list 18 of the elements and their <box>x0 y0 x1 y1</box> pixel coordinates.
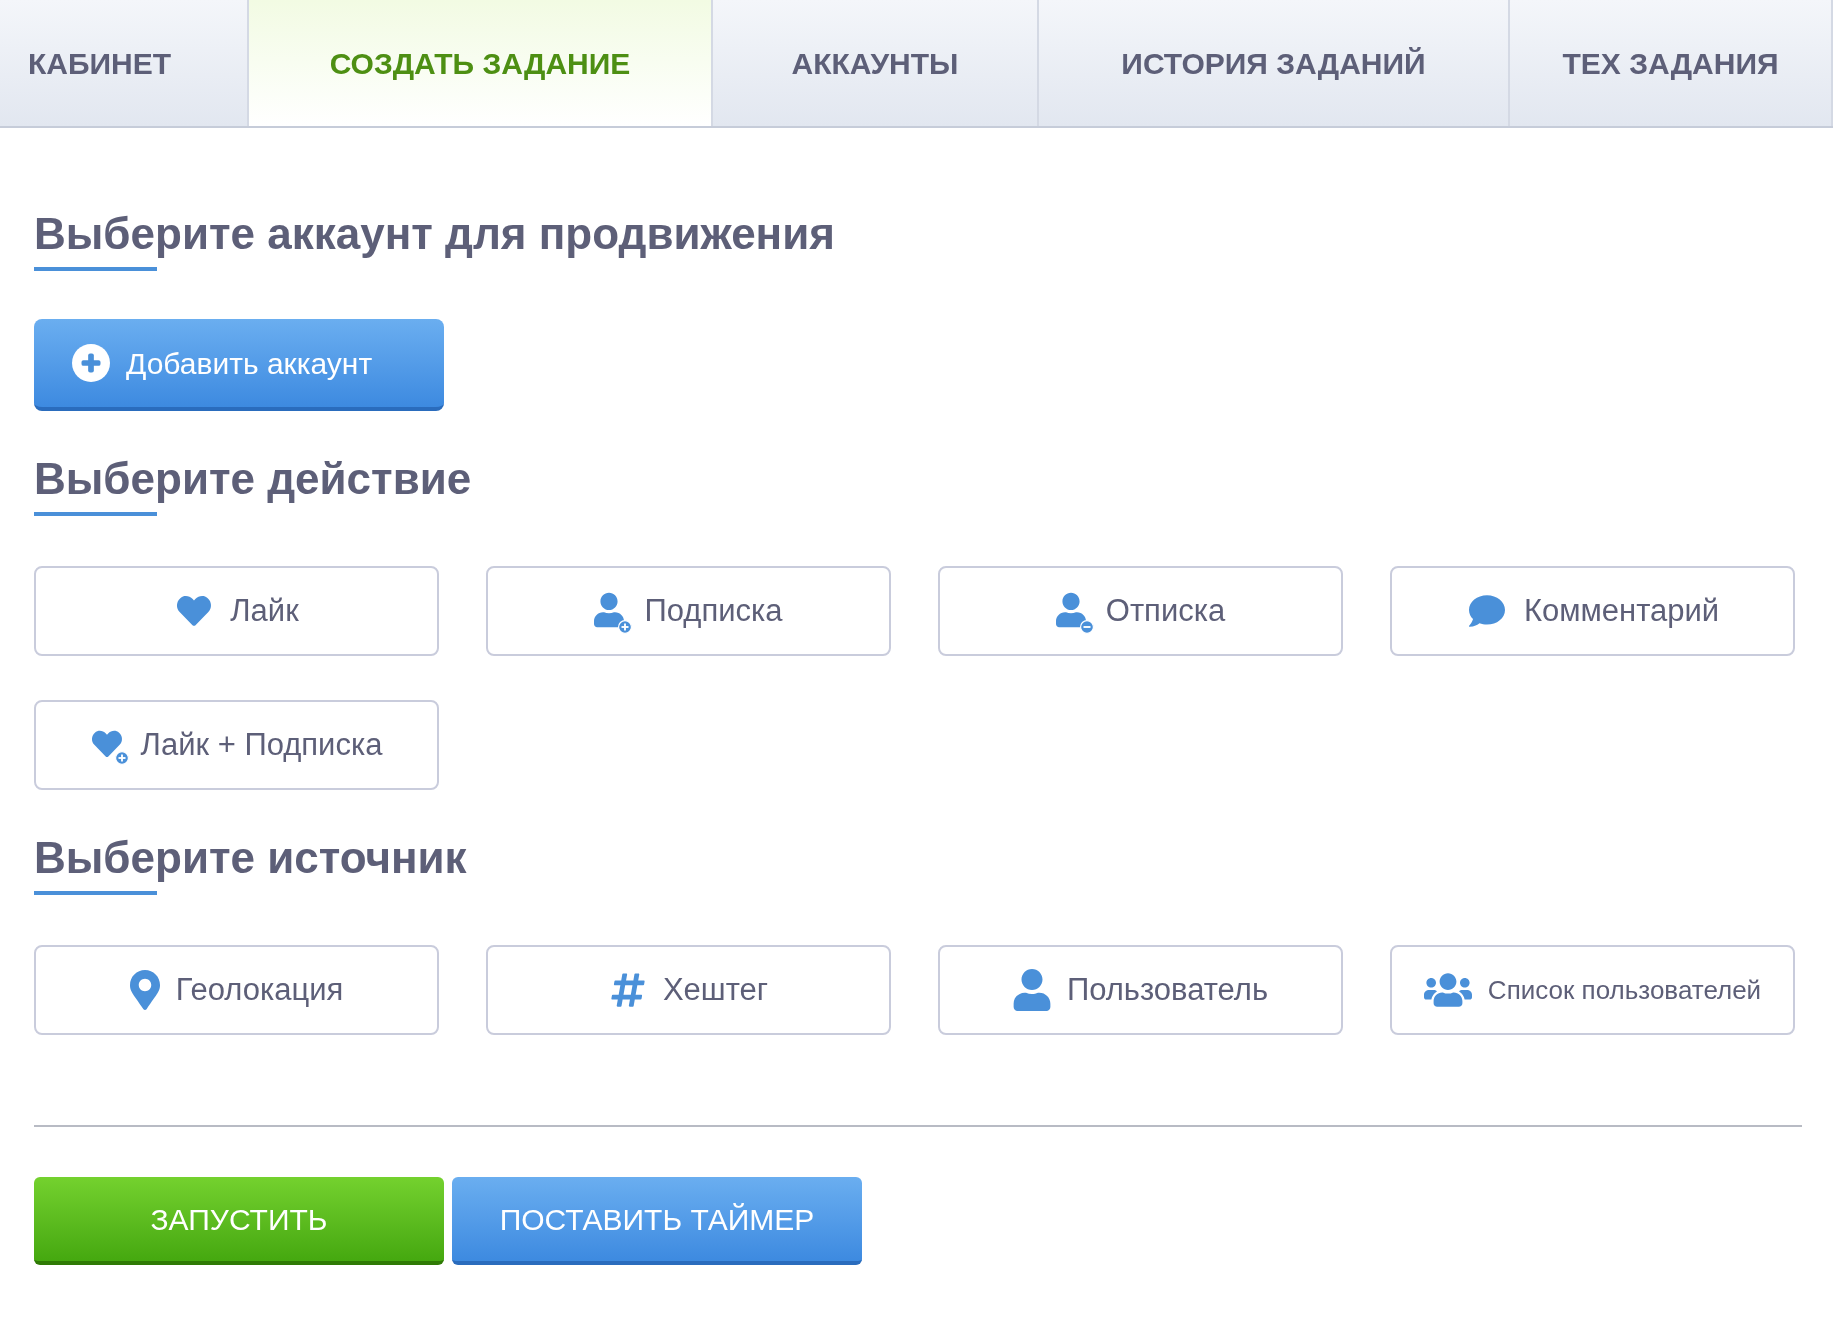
user-icon <box>1012 969 1051 1011</box>
option-button[interactable]: Список пользователей <box>1390 945 1795 1035</box>
option-button[interactable]: Хештег <box>486 945 891 1035</box>
option-button[interactable]: Геолокация <box>34 945 439 1035</box>
option-button[interactable]: Лайк <box>34 566 439 656</box>
hashtag-icon <box>608 971 647 1009</box>
section-heading: Выберите аккаунт для продвижения <box>34 208 835 260</box>
option-button[interactable]: Комментарий <box>1390 566 1795 656</box>
nav-tab[interactable]: ТЕХ ЗАДАНИЯ <box>1510 0 1833 126</box>
option-button[interactable]: Пользователь <box>938 945 1343 1035</box>
location-pin-icon <box>129 969 160 1011</box>
section-heading: Выберите источник <box>34 832 467 884</box>
section-heading: Выберите действие <box>34 453 472 505</box>
nav-tab[interactable]: СОЗДАТЬ ЗАДАНИЕ <box>249 0 713 126</box>
nav-tab[interactable]: АККАУНТЫ <box>713 0 1039 126</box>
nav-tab[interactable]: КАБИНЕТ <box>0 0 249 126</box>
nav-tab[interactable]: ИСТОРИЯ ЗАДАНИЙ <box>1039 0 1510 126</box>
plus-circle-icon <box>72 344 110 382</box>
